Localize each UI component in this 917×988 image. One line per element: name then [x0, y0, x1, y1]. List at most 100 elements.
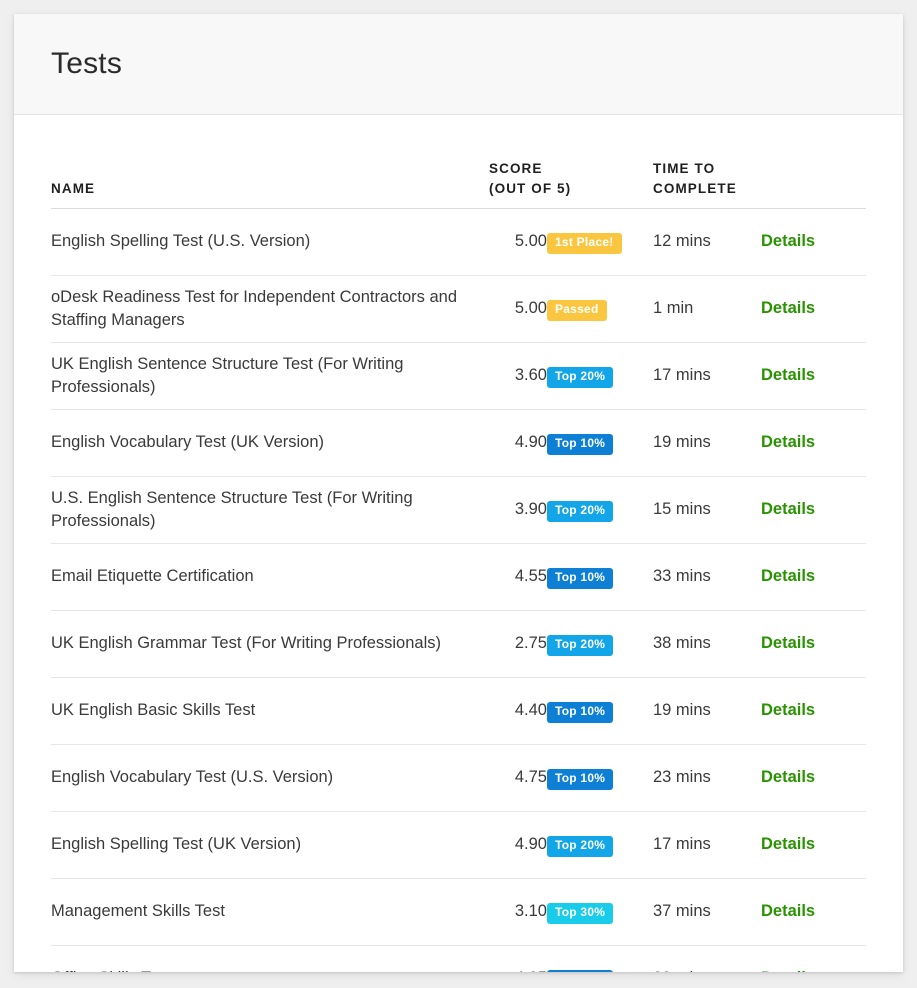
test-score: 3.90: [489, 476, 547, 545]
table-row: U.S. English Sentence Structure Test (Fo…: [51, 476, 866, 545]
test-action-cell: Details: [761, 878, 866, 947]
test-action-cell: Details: [761, 677, 866, 746]
table-body: English Spelling Test (U.S. Version) 5.00…: [51, 208, 866, 972]
test-badge-cell: Top 10%: [547, 945, 653, 972]
test-badge-cell: 1st Place!: [547, 208, 653, 277]
test-name: Office Skills Test: [51, 945, 489, 972]
status-badge: Top 10%: [547, 568, 614, 590]
column-header-name: NAME: [51, 159, 489, 210]
table-row: English Spelling Test (UK Version) 4.90 To…: [51, 811, 866, 880]
test-action-cell: Details: [761, 945, 866, 972]
test-name: English Spelling Test (UK Version): [51, 811, 489, 880]
test-time-to-complete: 1 min: [653, 275, 761, 344]
table-row: English Spelling Test (U.S. Version) 5.00…: [51, 208, 866, 277]
status-badge: Top 10%: [547, 769, 614, 791]
test-name: Email Etiquette Certification: [51, 543, 489, 612]
column-header-score-line1: SCORE: [489, 161, 543, 176]
test-action-cell: Details: [761, 409, 866, 478]
table-row: UK English Basic Skills Test 4.40 Top 10% 1…: [51, 677, 866, 746]
column-header-time-line1: TIME TO: [653, 161, 716, 176]
details-link[interactable]: Details: [761, 366, 815, 384]
test-score: 5.00: [489, 208, 547, 277]
test-score: 4.75: [489, 744, 547, 813]
status-badge: Top 20%: [547, 635, 614, 657]
status-badge: 1st Place!: [547, 233, 622, 255]
test-score: 4.55: [489, 543, 547, 612]
details-link[interactable]: Details: [761, 433, 815, 451]
test-badge-cell: Passed: [547, 275, 653, 344]
table-row: English Vocabulary Test (UK Version) 4.90…: [51, 409, 866, 478]
test-action-cell: Details: [761, 342, 866, 411]
test-badge-cell: Top 10%: [547, 744, 653, 813]
test-name: English Spelling Test (U.S. Version): [51, 208, 489, 277]
test-time-to-complete: 17 mins: [653, 811, 761, 880]
table-row: Email Etiquette Certification 4.55 Top 10%…: [51, 543, 866, 612]
test-badge-cell: Top 10%: [547, 543, 653, 612]
details-link[interactable]: Details: [761, 567, 815, 585]
status-badge: Top 10%: [547, 434, 614, 456]
page-title: Tests: [51, 47, 123, 80]
table-row: UK English Grammar Test (For Writing Pro…: [51, 610, 866, 679]
test-time-to-complete: 38 mins: [653, 610, 761, 679]
table-header-row: NAME SCORE (OUT OF 5) TIME TO COMPLETE: [51, 159, 866, 210]
table-row: English Vocabulary Test (U.S. Version) 4.…: [51, 744, 866, 813]
status-badge: Top 30%: [547, 903, 614, 925]
test-score: 2.75: [489, 610, 547, 679]
test-score: 4.90: [489, 811, 547, 880]
test-badge-cell: Top 30%: [547, 878, 653, 947]
details-link[interactable]: Details: [761, 902, 815, 920]
test-action-cell: Details: [761, 208, 866, 277]
test-time-to-complete: 19 mins: [653, 409, 761, 478]
test-score: 4.40: [489, 677, 547, 746]
test-name: oDesk Readiness Test for Independent Con…: [51, 275, 489, 344]
test-badge-cell: Top 20%: [547, 610, 653, 679]
test-name: UK English Sentence Structure Test (For …: [51, 342, 489, 411]
details-link[interactable]: Details: [761, 500, 815, 518]
tests-card: Tests NAME SCORE (OUT OF 5) TIME TO COMP…: [14, 14, 903, 972]
test-name: UK English Basic Skills Test: [51, 677, 489, 746]
test-time-to-complete: 19 mins: [653, 677, 761, 746]
test-name: English Vocabulary Test (UK Version): [51, 409, 489, 478]
table-row: oDesk Readiness Test for Independent Con…: [51, 275, 866, 344]
details-link[interactable]: Details: [761, 701, 815, 719]
test-action-cell: Details: [761, 543, 866, 612]
test-action-cell: Details: [761, 476, 866, 545]
details-link[interactable]: Details: [761, 969, 815, 972]
test-time-to-complete: 17 mins: [653, 342, 761, 411]
test-time-to-complete: 15 mins: [653, 476, 761, 545]
details-link[interactable]: Details: [761, 232, 815, 250]
test-name: English Vocabulary Test (U.S. Version): [51, 744, 489, 813]
test-action-cell: Details: [761, 610, 866, 679]
test-action-cell: Details: [761, 275, 866, 344]
test-badge-cell: Top 10%: [547, 677, 653, 746]
card-header: Tests: [14, 14, 903, 115]
details-link[interactable]: Details: [761, 768, 815, 786]
test-time-to-complete: 29 mins: [653, 945, 761, 972]
test-badge-cell: Top 20%: [547, 342, 653, 411]
test-score: 4.90: [489, 409, 547, 478]
card-body: NAME SCORE (OUT OF 5) TIME TO COMPLETE E…: [14, 159, 903, 972]
test-name: Management Skills Test: [51, 878, 489, 947]
column-header-action: [761, 159, 866, 210]
status-badge: Top 20%: [547, 367, 614, 389]
column-header-time: TIME TO COMPLETE: [653, 159, 761, 210]
test-score: 5.00: [489, 275, 547, 344]
column-header-score-line2: (OUT OF 5): [489, 180, 572, 196]
table-row: Management Skills Test 3.10 Top 30% 37 mins…: [51, 878, 866, 947]
test-time-to-complete: 12 mins: [653, 208, 761, 277]
status-badge: Top 10%: [547, 970, 614, 972]
table-header: NAME SCORE (OUT OF 5) TIME TO COMPLETE: [51, 159, 866, 210]
details-link[interactable]: Details: [761, 299, 815, 317]
test-score: 3.10: [489, 878, 547, 947]
column-header-time-line2: COMPLETE: [653, 180, 737, 196]
test-name: UK English Grammar Test (For Writing Pro…: [51, 610, 489, 679]
status-badge: Top 20%: [547, 836, 614, 858]
test-badge-cell: Top 20%: [547, 811, 653, 880]
test-action-cell: Details: [761, 744, 866, 813]
details-link[interactable]: Details: [761, 835, 815, 853]
test-badge-cell: Top 20%: [547, 476, 653, 545]
status-badge: Passed: [547, 300, 607, 322]
table-row: UK English Sentence Structure Test (For …: [51, 342, 866, 411]
test-score: 3.60: [489, 342, 547, 411]
details-link[interactable]: Details: [761, 634, 815, 652]
